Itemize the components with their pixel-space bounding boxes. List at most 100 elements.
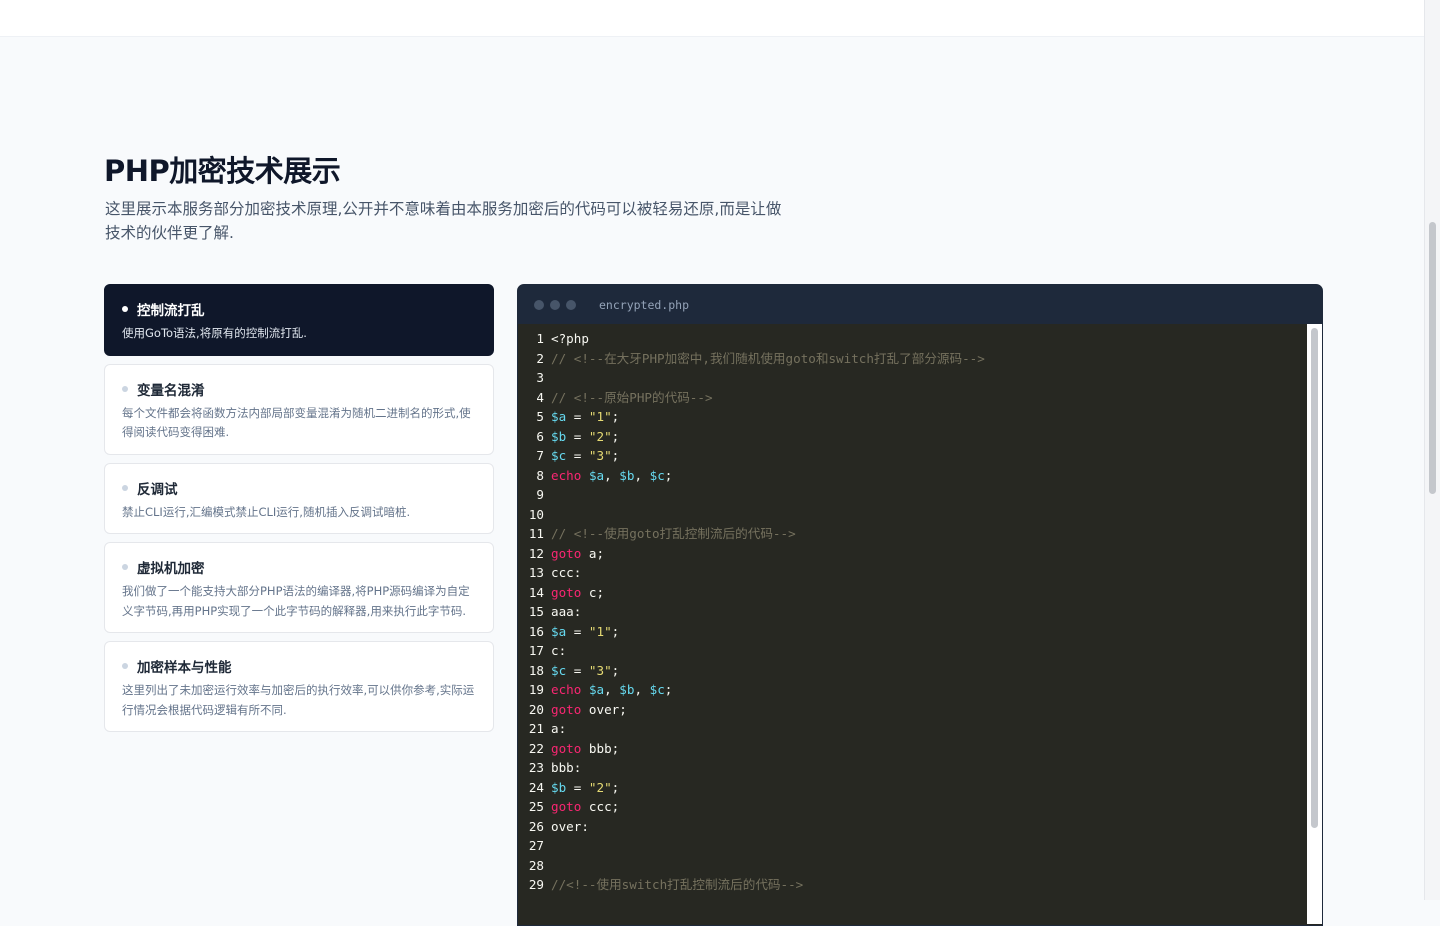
code-scrollbar[interactable] <box>1307 324 1322 924</box>
code-line-text: $c = "3"; <box>551 661 1322 681</box>
code-line-text: $b = "2"; <box>551 778 1322 798</box>
line-number: 9 <box>536 487 544 502</box>
line-number: 15 <box>528 604 544 619</box>
code-token-keyword: goto <box>551 545 582 561</box>
code-token-keyword: echo <box>551 467 582 483</box>
code-token-comment: // <!--使用goto打乱控制流后的代码--> <box>551 526 796 541</box>
feature-card-description: 使用GoTo语法,将原有的控制流打乱. <box>122 326 307 340</box>
page-scrollbar-thumb[interactable] <box>1429 222 1436 494</box>
code-token-string: "2" <box>588 428 612 444</box>
code-line-text: ccc: <box>551 563 1322 583</box>
line-number: 16 <box>528 623 544 639</box>
code-line: 13 ccc: <box>518 563 1322 583</box>
code-line: 24 $b = "2"; <box>518 778 1322 798</box>
code-line: 28 <box>518 856 1322 876</box>
code-token-plain: ; <box>611 409 620 424</box>
feature-card-header: 控制流打乱 <box>122 299 477 319</box>
code-token-plain: c; <box>581 584 605 600</box>
bullet-dot-icon <box>122 385 128 392</box>
code-token-plain: , <box>604 467 620 483</box>
code-token-var: $a <box>551 409 567 424</box>
code-token-plain: bbb: <box>551 760 582 775</box>
feature-card[interactable]: 反调试禁止CLI运行,汇编模式禁止CLI运行,随机插入反调试暗桩. <box>104 462 494 534</box>
line-number: 3 <box>536 370 544 385</box>
code-filename: encrypted.php <box>599 297 690 312</box>
code-token-var: $a <box>588 682 605 697</box>
code-token-plain: a: <box>551 721 567 736</box>
code-line: 26 over: <box>518 817 1322 837</box>
bullet-dot-icon <box>122 663 128 669</box>
code-token-var: $c <box>551 662 567 678</box>
code-line: 6 $b = "2"; <box>518 427 1322 447</box>
code-line: 20 goto over; <box>518 700 1322 720</box>
code-token-plain: ccc; <box>581 799 620 814</box>
bullet-dot-icon <box>122 306 128 312</box>
line-number: 4 <box>536 389 544 405</box>
feature-card-title: 加密样本与性能 <box>137 660 232 676</box>
code-line: 3 <box>518 368 1322 388</box>
code-token-var: $c <box>649 682 665 697</box>
code-window-titlebar: encrypted.php <box>518 285 1322 324</box>
feature-card[interactable]: 加密样本与性能 这里列出了未加密运行效率与加密后的执行效率,可以供你参考,实际运行… <box>104 641 494 732</box>
code-token-var: $a <box>551 623 567 639</box>
feature-card-header: 变量名混淆 <box>122 379 477 399</box>
feature-card[interactable]: 变量名混淆每个文件都会将函数方法内部局部变量混淆为随机二进制名的形式,使得阅读代… <box>104 363 494 455</box>
feature-card-description: 禁止CLI运行,汇编模式禁止CLI运行,随机插入反调试暗桩. <box>122 504 411 519</box>
page-scrollbar[interactable] <box>1424 0 1440 900</box>
code-token-keyword: goto <box>551 799 582 814</box>
feature-card[interactable]: 虚拟机加密 我们做了一个能支持大部分PHP语法的编译器,将PHP源码编译为自定义字… <box>104 542 494 633</box>
code-line-text: // <!--原始PHP的代码--> <box>551 388 1322 408</box>
code-token-plain: over: <box>551 818 589 834</box>
feature-card-title: 反调试 <box>137 481 178 498</box>
code-token-var: $c <box>649 467 665 483</box>
code-token-plain: aaa: <box>551 604 582 619</box>
code-token-string: "1" <box>588 409 612 424</box>
line-number: 2 <box>536 350 544 366</box>
code-line: 27 <box>518 836 1322 856</box>
line-number: 1 <box>536 331 544 346</box>
line-number: 18 <box>528 662 544 678</box>
line-number: 10 <box>528 506 544 522</box>
code-token-plain: , <box>604 682 620 697</box>
code-line: 14 goto c; <box>518 583 1322 603</box>
code-line: 16 $a = "1"; <box>518 622 1322 642</box>
code-token-plain: , <box>634 682 650 697</box>
code-token-plain: = <box>566 779 589 795</box>
code-token-plain: over; <box>581 701 627 717</box>
line-number: 22 <box>528 740 544 756</box>
code-line-text: aaa: <box>551 602 1322 622</box>
code-scrollbar-thumb[interactable] <box>1311 328 1318 828</box>
line-number: 24 <box>528 779 544 795</box>
code-line-text: // <!--使用goto打乱控制流后的代码--> <box>551 524 1322 544</box>
code-editor[interactable]: 1 <?php 2 // <!--在大牙PHP加密中,我们随机使用goto和switc… <box>518 324 1322 924</box>
code-token-string: "2" <box>588 779 612 795</box>
code-line: 17 c: <box>518 641 1322 661</box>
line-number: 28 <box>528 857 544 873</box>
top-navbar <box>0 0 1425 37</box>
code-window: encrypted.php 1 <?php 2 // <!--在大牙PHP加密中,我们… <box>517 284 1323 926</box>
feature-card[interactable]: 控制流打乱使用GoTo语法,将原有的控制流打乱. <box>104 284 494 356</box>
feature-card-description: 每个文件都会将函数方法内部局部变量混淆为随机二进制名的形式,使得阅读代码变得困难… <box>122 405 471 440</box>
code-line: 9 <box>518 485 1322 505</box>
bullet-dot-icon <box>122 484 128 491</box>
code-line-text: <?php <box>551 329 1322 349</box>
code-token-plain: ccc: <box>551 565 582 580</box>
feature-card-header: 加密样本与性能 <box>122 656 477 676</box>
line-number: 17 <box>528 643 544 658</box>
code-token-plain: = <box>566 623 589 639</box>
code-token-plain: ; <box>664 682 673 697</box>
feature-card-title: 控制流打乱 <box>137 303 205 319</box>
line-number: 21 <box>528 721 544 736</box>
line-number: 19 <box>528 682 544 697</box>
code-line: 10 <box>518 505 1322 525</box>
line-number: 14 <box>528 584 544 600</box>
feature-list: 控制流打乱 使用GoTo语法,将原有的控制流打乱. 变量名混淆 每个文件都会将函数方法… <box>104 284 494 740</box>
code-token-var: $b <box>551 779 567 795</box>
code-line: 25 goto ccc; <box>518 797 1322 817</box>
code-line-text: bbb: <box>551 758 1322 778</box>
code-token-comment: //<!--使用switch打乱控制流后的代码--> <box>551 877 804 892</box>
code-line-text: goto ccc; <box>551 797 1322 817</box>
